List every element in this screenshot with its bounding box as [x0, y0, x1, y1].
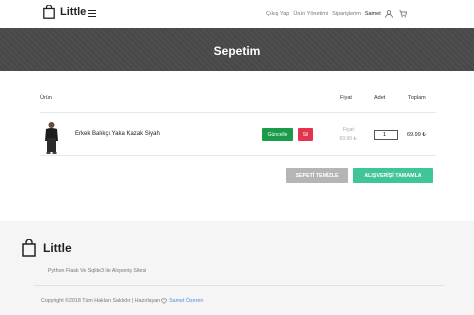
hamburger-menu-icon[interactable] [88, 10, 96, 18]
footer-brand-name: Little [43, 241, 72, 255]
copyright: Copyright ©2018 Tüm Hakları Saklıdır | H… [41, 298, 203, 304]
copyright-text: Copyright ©2018 Tüm Hakları Saklıdır | H… [41, 298, 161, 304]
nav-logout[interactable]: Çıkış Yap [266, 11, 289, 17]
nav-user[interactable]: Samet [365, 11, 381, 17]
top-nav: Çıkış Yap Ürün Yönetimi Siparişlerim Sam… [266, 10, 413, 18]
clear-cart-button[interactable]: SEPETİ TEMİZLE [286, 168, 348, 183]
column-header-price: Fiyat [340, 95, 352, 101]
update-button[interactable]: Güncelle [262, 128, 293, 141]
price-label: Fiyat: [342, 127, 356, 133]
table-divider [40, 112, 436, 113]
price-value: 69.99 ₺ [339, 136, 357, 142]
quantity-input[interactable] [374, 130, 398, 140]
total-value: 69.99 ₺ [407, 132, 426, 138]
shopping-bag-icon [22, 239, 36, 257]
product-name[interactable]: Erkek Balıkçı Yaka Kazak Siyah [75, 131, 160, 137]
shopping-bag-icon [43, 5, 55, 19]
checkout-button[interactable]: ALIŞVERİŞİ TAMAMLA [353, 168, 433, 183]
brand-name: Little [60, 6, 87, 18]
nav-my-orders[interactable]: Siparişlerim [332, 11, 361, 17]
column-header-total: Toplam [408, 95, 426, 101]
cart-icon[interactable] [399, 10, 407, 18]
footer-divider [34, 285, 444, 286]
page-title: Sepetim [213, 44, 261, 58]
author-link[interactable]: Samet Özeren [169, 298, 203, 304]
heart-icon [161, 298, 167, 304]
brand-logo[interactable]: Little [43, 5, 86, 19]
user-icon[interactable] [384, 10, 393, 18]
page-banner: Sepetim [0, 28, 474, 71]
footer: Little Python Flask Ve Sqlite3 ile Alışv… [0, 221, 474, 315]
footer-description: Python Flask Ve Sqlite3 ile Alışveriş Si… [48, 268, 147, 274]
nav-product-management[interactable]: Ürün Yönetimi [293, 11, 328, 17]
footer-logo[interactable]: Little [22, 239, 72, 257]
product-image[interactable] [43, 121, 60, 155]
delete-button[interactable]: Sil [298, 128, 313, 141]
column-header-quantity: Adet [374, 95, 386, 101]
table-divider [40, 155, 436, 156]
header: Little Çıkış Yap Ürün Yönetimi Siparişle… [0, 0, 474, 28]
column-header-product: Ürün [40, 95, 52, 101]
